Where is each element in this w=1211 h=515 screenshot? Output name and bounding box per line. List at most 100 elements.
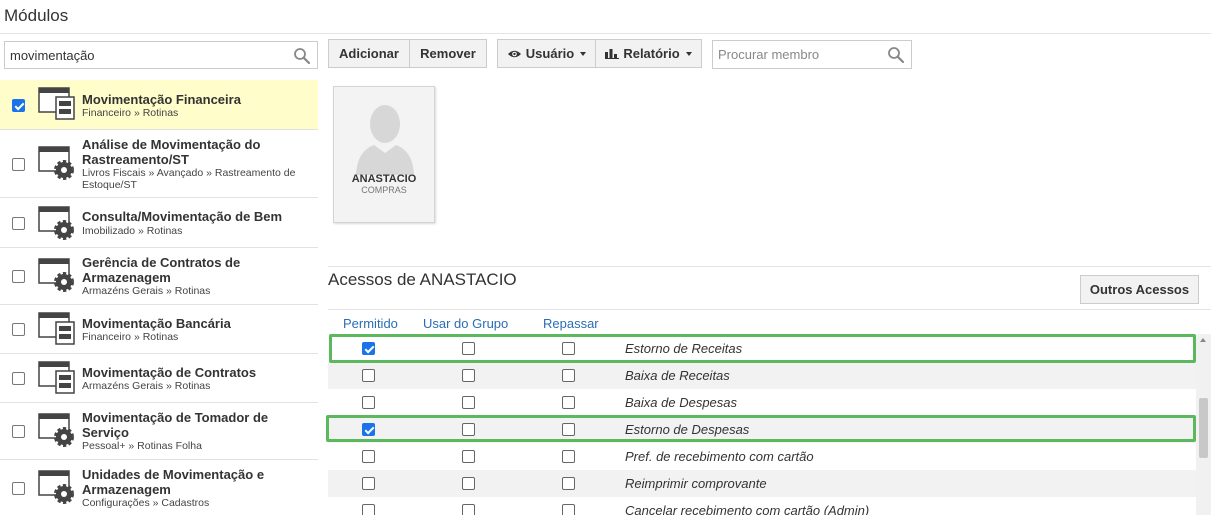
column-header-usar-do-grupo[interactable]: Usar do Grupo [423, 316, 508, 331]
repassar-checkbox[interactable] [562, 450, 575, 463]
module-checkbox[interactable] [12, 158, 25, 171]
permitido-checkbox[interactable] [362, 504, 375, 515]
module-item[interactable]: Movimentação Bancária Financeiro » Rotin… [0, 305, 318, 354]
permission-row: Estorno de Despesas [328, 416, 1196, 443]
module-item[interactable]: Movimentação Financeira Financeiro » Rot… [0, 80, 318, 130]
search-icon[interactable] [887, 46, 905, 64]
report-dropdown-label: Relatório [623, 46, 680, 61]
member-department: COMPRAS [361, 185, 407, 195]
permission-label: Baixa de Despesas [625, 395, 738, 410]
repassar-checkbox[interactable] [562, 504, 575, 515]
module-path: Imobilizado » Rotinas [82, 225, 183, 237]
module-checkbox[interactable] [12, 482, 25, 495]
permission-label: Estorno de Receitas [625, 341, 743, 356]
window-gear-icon [38, 146, 74, 180]
repassar-checkbox[interactable] [562, 369, 575, 382]
permission-label: Cancelar recebimento com cartão (Admin) [625, 503, 870, 515]
module-checkbox[interactable] [12, 270, 25, 283]
module-checkbox[interactable] [12, 323, 25, 336]
module-search-input[interactable] [5, 42, 285, 68]
permission-label: Reimprimir comprovante [625, 476, 767, 491]
module-path: Armazéns Gerais » Rotinas [82, 285, 211, 297]
permission-row: Cancelar recebimento com cartão (Admin) [328, 497, 1196, 515]
window-gear-icon [38, 258, 74, 292]
module-checkbox[interactable] [12, 372, 25, 385]
member-card[interactable]: ANASTACIO COMPRAS [333, 86, 435, 223]
divider [328, 309, 1211, 310]
scrollbar-thumb[interactable] [1199, 398, 1208, 458]
module-name: Movimentação de Tomador de Serviço [82, 410, 269, 440]
permission-row: Reimprimir comprovante [328, 470, 1196, 497]
member-search-box [712, 40, 912, 69]
user-dropdown-button[interactable]: Usuário [497, 39, 596, 68]
permission-label: Pref. de recebimento com cartão [625, 449, 814, 464]
module-item[interactable]: Movimentação de Tomador de Serviço Pesso… [0, 403, 318, 460]
scrollbar[interactable] [1196, 334, 1211, 515]
usar-do-grupo-checkbox[interactable] [462, 504, 475, 515]
column-header-repassar[interactable]: Repassar [543, 316, 599, 331]
permitido-checkbox[interactable] [362, 423, 375, 436]
window-table-icon [38, 312, 75, 345]
module-name: Movimentação de Contratos [82, 365, 257, 380]
module-path: Armazéns Gerais » Rotinas [82, 380, 211, 392]
module-checkbox[interactable] [12, 99, 25, 112]
module-checkbox[interactable] [12, 217, 25, 230]
bar-chart-icon [605, 49, 620, 59]
other-access-button[interactable]: Outros Acessos [1080, 275, 1199, 304]
member-name: ANASTACIO [351, 173, 417, 185]
user-avatar-icon [356, 105, 414, 175]
module-name: Gerência de Contratos de Armazenagem [82, 255, 241, 285]
usar-do-grupo-checkbox[interactable] [462, 423, 475, 436]
repassar-checkbox[interactable] [562, 477, 575, 490]
page-title: Módulos [4, 6, 69, 25]
access-title: Acessos de ANASTACIO [328, 270, 517, 289]
module-path: Configurações » Cadastros [82, 497, 210, 509]
module-search-box [4, 41, 318, 69]
chevron-down-icon [580, 51, 587, 56]
remove-button[interactable]: Remover [409, 39, 487, 68]
module-name: Unidades de Movimentação e Armazenagem [82, 467, 265, 497]
module-item[interactable]: Movimentação de Contratos Armazéns Gerai… [0, 354, 318, 403]
window-table-icon [38, 361, 75, 394]
permission-row: Baixa de Despesas [328, 389, 1196, 416]
report-dropdown-button[interactable]: Relatório [595, 39, 702, 68]
column-header-permitido[interactable]: Permitido [343, 316, 398, 331]
permitido-checkbox[interactable] [362, 477, 375, 490]
module-item[interactable]: Análise de Movimentação do Rastreamento/… [0, 130, 318, 198]
add-button[interactable]: Adicionar [328, 39, 410, 68]
repassar-checkbox[interactable] [562, 342, 575, 355]
permission-label: Baixa de Receitas [625, 368, 730, 383]
module-item[interactable]: Gerência de Contratos de Armazenagem Arm… [0, 248, 318, 305]
permitido-checkbox[interactable] [362, 396, 375, 409]
module-item[interactable]: Unidades de Movimentação e Armazenagem C… [0, 460, 318, 515]
module-name: Movimentação Bancária [82, 316, 231, 331]
module-name: Consulta/Movimentação de Bem [82, 209, 283, 224]
permitido-checkbox[interactable] [362, 450, 375, 463]
window-gear-icon [38, 413, 74, 447]
module-name: Análise de Movimentação do Rastreamento/… [82, 137, 261, 167]
module-item[interactable]: Consulta/Movimentação de Bem Imobilizado… [0, 198, 318, 248]
permitido-checkbox[interactable] [362, 342, 375, 355]
usar-do-grupo-checkbox[interactable] [462, 369, 475, 382]
window-gear-icon [38, 470, 74, 504]
repassar-checkbox[interactable] [562, 396, 575, 409]
permission-row: Baixa de Receitas [328, 362, 1196, 389]
module-checkbox[interactable] [12, 425, 25, 438]
usar-do-grupo-checkbox[interactable] [462, 342, 475, 355]
permission-row: Estorno de Receitas [328, 335, 1196, 362]
window-table-icon [38, 87, 75, 120]
usar-do-grupo-checkbox[interactable] [462, 396, 475, 409]
scroll-up-arrow-icon[interactable] [1200, 338, 1206, 342]
usar-do-grupo-checkbox[interactable] [462, 450, 475, 463]
window-gear-icon [38, 206, 74, 240]
repassar-checkbox[interactable] [562, 423, 575, 436]
chevron-down-icon [685, 51, 692, 56]
divider [328, 266, 1211, 267]
user-dropdown-label: Usuário [525, 46, 575, 61]
search-icon[interactable] [293, 47, 311, 65]
usar-do-grupo-checkbox[interactable] [462, 477, 475, 490]
permitido-checkbox[interactable] [362, 369, 375, 382]
member-search-input[interactable] [713, 41, 883, 68]
permission-label: Estorno de Despesas [625, 422, 750, 437]
module-path: Pessoal+ » Rotinas Folha [82, 440, 202, 452]
